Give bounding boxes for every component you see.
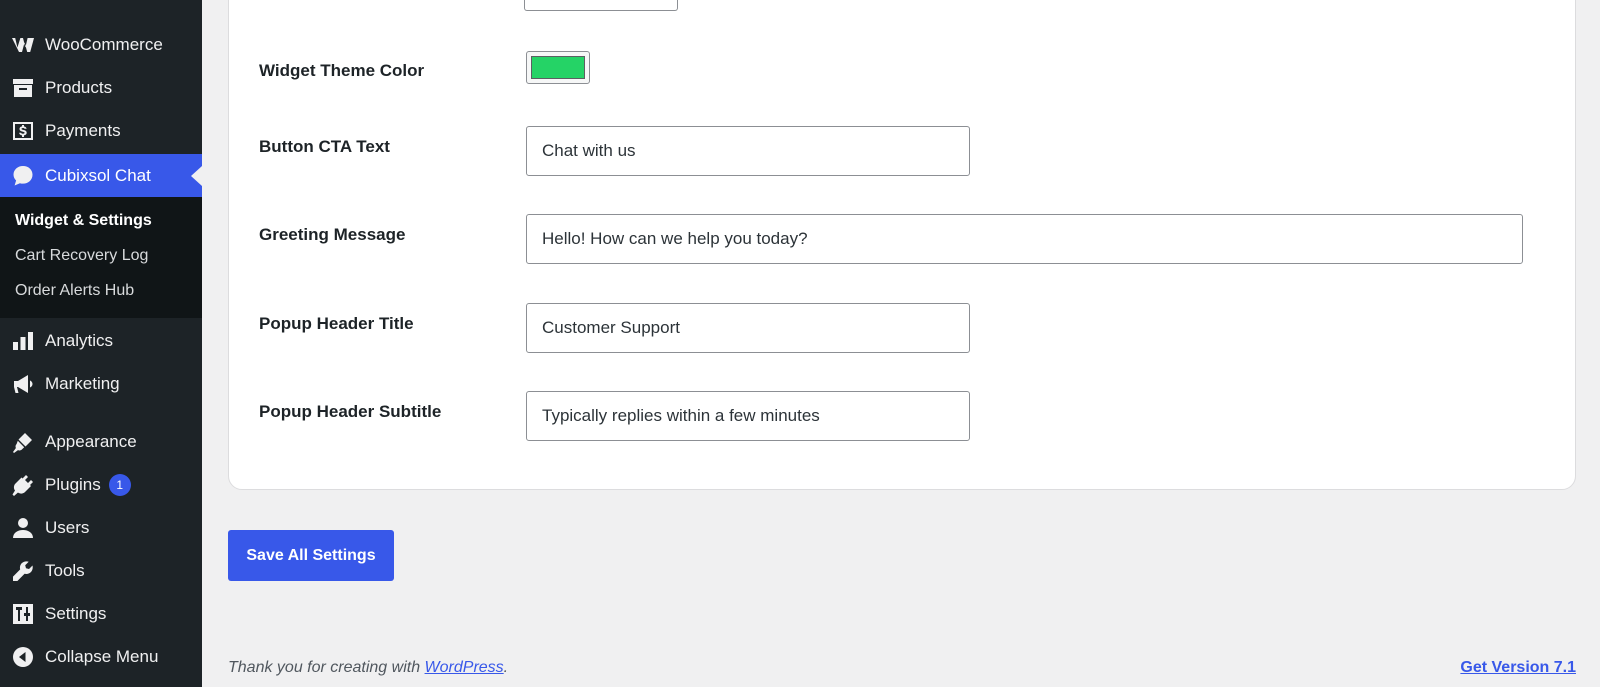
previous-field-input[interactable] xyxy=(524,0,678,11)
sidebar-item-label: Payments xyxy=(45,121,121,140)
megaphone-icon xyxy=(10,371,36,397)
sidebar-item-tools[interactable]: Tools xyxy=(0,551,202,591)
sidebar-item-label: Collapse Menu xyxy=(45,647,159,666)
get-version-link[interactable]: Get Version 7.1 xyxy=(1460,659,1576,677)
bar-chart-icon xyxy=(10,328,36,354)
sidebar-item-label: Cubixsol Chat xyxy=(45,165,151,185)
submenu-item-widget-settings[interactable]: Widget & Settings xyxy=(15,212,152,230)
popup-subtitle-label: Popup Header Subtitle xyxy=(259,402,442,421)
woocommerce-icon xyxy=(10,32,36,58)
sidebar-item-appearance[interactable]: Appearance xyxy=(0,422,202,462)
theme-color-label: Widget Theme Color xyxy=(259,61,425,80)
sidebar-submenu: Widget & Settings Cart Recovery Log Orde… xyxy=(0,197,202,318)
popup-title-input[interactable] xyxy=(526,303,970,353)
sidebar-item-payments[interactable]: Payments xyxy=(0,111,202,151)
plugins-update-badge: 1 xyxy=(108,474,131,496)
chat-bubble-icon xyxy=(10,163,36,189)
greeting-message-label: Greeting Message xyxy=(259,225,406,244)
sidebar-item-label: Tools xyxy=(45,561,85,580)
sidebar-item-label: WooCommerce xyxy=(45,35,163,54)
save-all-settings-button[interactable]: Save All Settings xyxy=(228,530,394,581)
theme-color-swatch xyxy=(531,56,585,79)
dollar-icon xyxy=(10,118,36,144)
sidebar-item-products[interactable]: Products xyxy=(0,68,202,108)
collapse-arrow-icon xyxy=(10,644,36,670)
sidebar-item-label: Analytics xyxy=(45,331,114,350)
sidebar-item-label: Marketing xyxy=(45,374,120,393)
submenu-item-cart-recovery-log[interactable]: Cart Recovery Log xyxy=(15,247,148,265)
admin-sidebar: WooCommerce Products Payments Cubixsol C… xyxy=(0,0,202,687)
footer-thanks: Thank you for creating with WordPress. xyxy=(228,659,508,677)
sidebar-item-users[interactable]: Users xyxy=(0,508,202,548)
wrench-icon xyxy=(10,558,36,584)
popup-subtitle-input[interactable] xyxy=(526,391,970,441)
sidebar-item-label: Settings xyxy=(45,604,107,623)
sidebar-item-label: Plugins xyxy=(45,475,101,494)
sidebar-item-plugins[interactable]: Plugins 1 xyxy=(0,465,202,505)
greeting-message-input[interactable] xyxy=(526,214,1523,264)
sliders-icon xyxy=(10,601,36,627)
sidebar-item-label: Appearance xyxy=(45,432,137,451)
archive-icon xyxy=(10,75,36,101)
footer-thanks-prefix: Thank you for creating with xyxy=(228,659,425,676)
footer-thanks-suffix: . xyxy=(503,659,509,676)
sidebar-item-collapse-menu[interactable]: Collapse Menu xyxy=(0,637,202,677)
popup-title-label: Popup Header Title xyxy=(259,314,414,333)
plug-icon xyxy=(10,472,36,498)
cta-text-input[interactable] xyxy=(526,126,970,176)
sidebar-item-label: Products xyxy=(45,78,113,97)
sidebar-item-settings[interactable]: Settings xyxy=(0,594,202,634)
paintbrush-icon xyxy=(10,429,36,455)
wordpress-link[interactable]: WordPress xyxy=(425,659,504,676)
sidebar-item-label: Users xyxy=(45,518,90,537)
sidebar-item-analytics[interactable]: Analytics xyxy=(0,321,202,361)
theme-color-picker[interactable] xyxy=(526,51,590,84)
submenu-item-order-alerts-hub[interactable]: Order Alerts Hub xyxy=(15,282,134,300)
user-icon xyxy=(10,515,36,541)
cta-text-label: Button CTA Text xyxy=(259,137,390,156)
sidebar-item-cubixsol-chat[interactable]: Cubixsol Chat xyxy=(0,154,202,197)
sidebar-item-marketing[interactable]: Marketing xyxy=(0,364,202,404)
sidebar-item-woocommerce[interactable]: WooCommerce xyxy=(0,25,202,65)
